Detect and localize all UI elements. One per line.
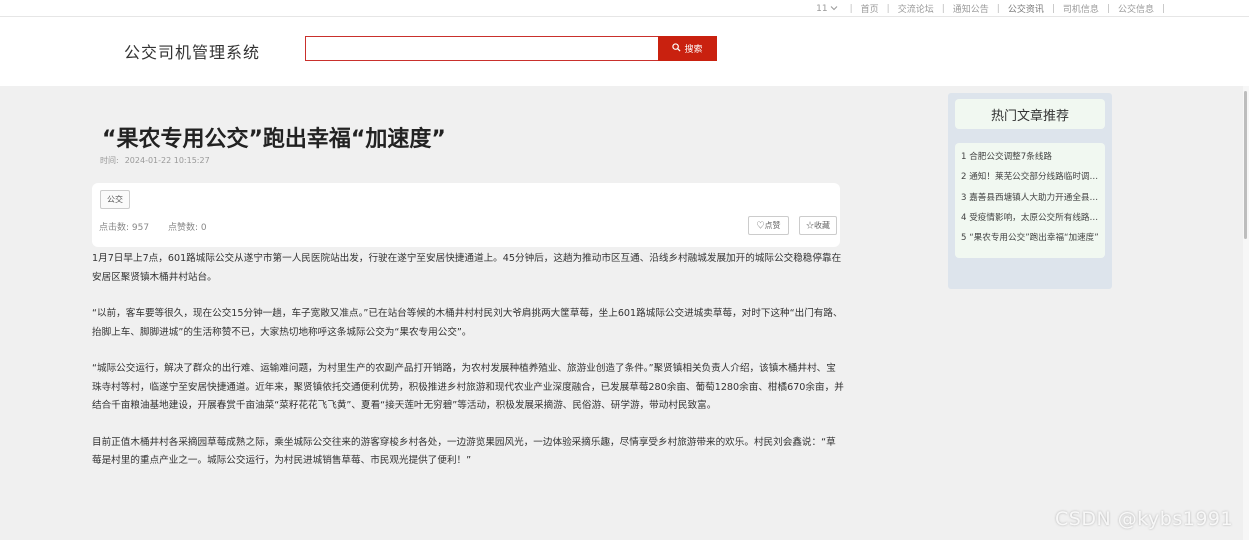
clicks-count: 957 bbox=[131, 223, 150, 233]
article-body: 1月7日早上7点，601路城际公交从遂宁市第一人民医院站出发，行驶在遂宁至安居快… bbox=[92, 250, 844, 489]
article-title: “果农专用公交”跑出幸福“加速度” bbox=[102, 127, 446, 152]
scrollbar-thumb[interactable] bbox=[1244, 91, 1247, 239]
hot-article-item[interactable]: 4 受疫情影响，太原公交所有线路暂停运营 bbox=[961, 208, 1101, 228]
nav-driver-info[interactable]: 司机信息 bbox=[1061, 2, 1101, 15]
hot-article-item[interactable]: 5 “果农专用公交”跑出幸福“加速度” bbox=[961, 228, 1101, 248]
nav-divider: | bbox=[941, 3, 945, 14]
article-info-card: 公交 点击数: 957 点赞数: 0 ♡点赞 ☆收藏 bbox=[92, 183, 840, 247]
site-header: 公交司机管理系统 搜索 bbox=[0, 17, 1249, 86]
likes-count: 0 bbox=[200, 223, 207, 233]
hot-article-item[interactable]: 1 合肥公交调整7条线路 bbox=[961, 147, 1101, 167]
likes-label: 点赞数: bbox=[167, 223, 199, 233]
article-paragraph: 目前正值木桶井村各采摘园草莓成熟之际，乘坐城际公交往来的游客穿梭乡村各处，一边游… bbox=[92, 436, 836, 467]
nav-divider: | bbox=[1106, 3, 1110, 14]
hot-article-item[interactable]: 3 嘉善县西塘镇人大助力开通全县首条城乡公交 bbox=[961, 188, 1101, 208]
hot-articles-title: 热门文章推荐 bbox=[955, 99, 1105, 129]
hot-articles-panel: 热门文章推荐 1 合肥公交调整7条线路 2 通知！莱芜公交部分线路临时调整！ 3… bbox=[948, 93, 1112, 289]
time-value: 2024-01-22 10:15:27 bbox=[124, 156, 210, 165]
time-label: 时间: bbox=[100, 156, 119, 165]
clicks-label: 点击数: bbox=[99, 223, 130, 233]
article-paragraph: 1月7日早上7点，601路城际公交从遂宁市第一人民医院站出发，行驶在遂宁至安居快… bbox=[92, 253, 842, 283]
search-button[interactable]: 搜索 bbox=[658, 36, 717, 61]
article-time: 时间: 2024-01-22 10:15:27 bbox=[100, 155, 210, 166]
page-scrollbar[interactable] bbox=[1243, 86, 1249, 540]
nav-divider: | bbox=[996, 3, 1000, 14]
nav-divider: | bbox=[1051, 3, 1055, 14]
top-nav: 11 | 首页 | 交流论坛 | 通知公告 | 公交资讯 | 司机信息 | 公交… bbox=[816, 2, 1171, 19]
site-title[interactable]: 公交司机管理系统 bbox=[124, 39, 260, 63]
search-button-label: 搜索 bbox=[684, 44, 703, 54]
article-paragraph: “以前，客车要等很久，现在公交15分钟一趟，车子宽敞又准点。”已在站台等候的木桶… bbox=[92, 308, 843, 338]
nav-notices[interactable]: 通知公告 bbox=[951, 2, 991, 15]
top-bar: 11 | 首页 | 交流论坛 | 通知公告 | 公交资讯 | 司机信息 | 公交… bbox=[0, 0, 1249, 19]
hot-articles-list: 1 合肥公交调整7条线路 2 通知！莱芜公交部分线路临时调整！ 3 嘉善县西塘镇… bbox=[955, 143, 1105, 258]
like-button[interactable]: ♡点赞 bbox=[748, 216, 789, 235]
article-paragraph: “城际公交运行，解决了群众的出行难、运输难问题，为村里生产的农副产品打开销路，为… bbox=[92, 363, 844, 411]
user-name: 11 bbox=[816, 3, 828, 14]
search-input[interactable] bbox=[306, 37, 658, 60]
nav-divider: | bbox=[886, 3, 890, 14]
nav-bus-news[interactable]: 公交资讯 bbox=[1001, 2, 1050, 19]
watermark: CSDN @kybs1991 bbox=[1055, 508, 1234, 530]
article-stats: 点击数: 957 点赞数: 0 bbox=[99, 220, 207, 233]
nav-divider: | bbox=[1161, 3, 1165, 14]
hot-article-item[interactable]: 2 通知！莱芜公交部分线路临时调整！ bbox=[961, 167, 1101, 187]
nav-forum[interactable]: 交流论坛 bbox=[896, 2, 936, 15]
nav-divider: | bbox=[849, 3, 853, 14]
category-tag[interactable]: 公交 bbox=[100, 190, 130, 209]
nav-bus-info[interactable]: 公交信息 bbox=[1116, 2, 1156, 15]
search-box bbox=[305, 36, 659, 61]
nav-home[interactable]: 首页 bbox=[859, 2, 881, 15]
user-menu[interactable]: 11 bbox=[816, 4, 837, 14]
favorite-button[interactable]: ☆收藏 bbox=[799, 216, 837, 235]
search-icon bbox=[672, 43, 682, 54]
chevron-down-icon bbox=[830, 4, 838, 14]
